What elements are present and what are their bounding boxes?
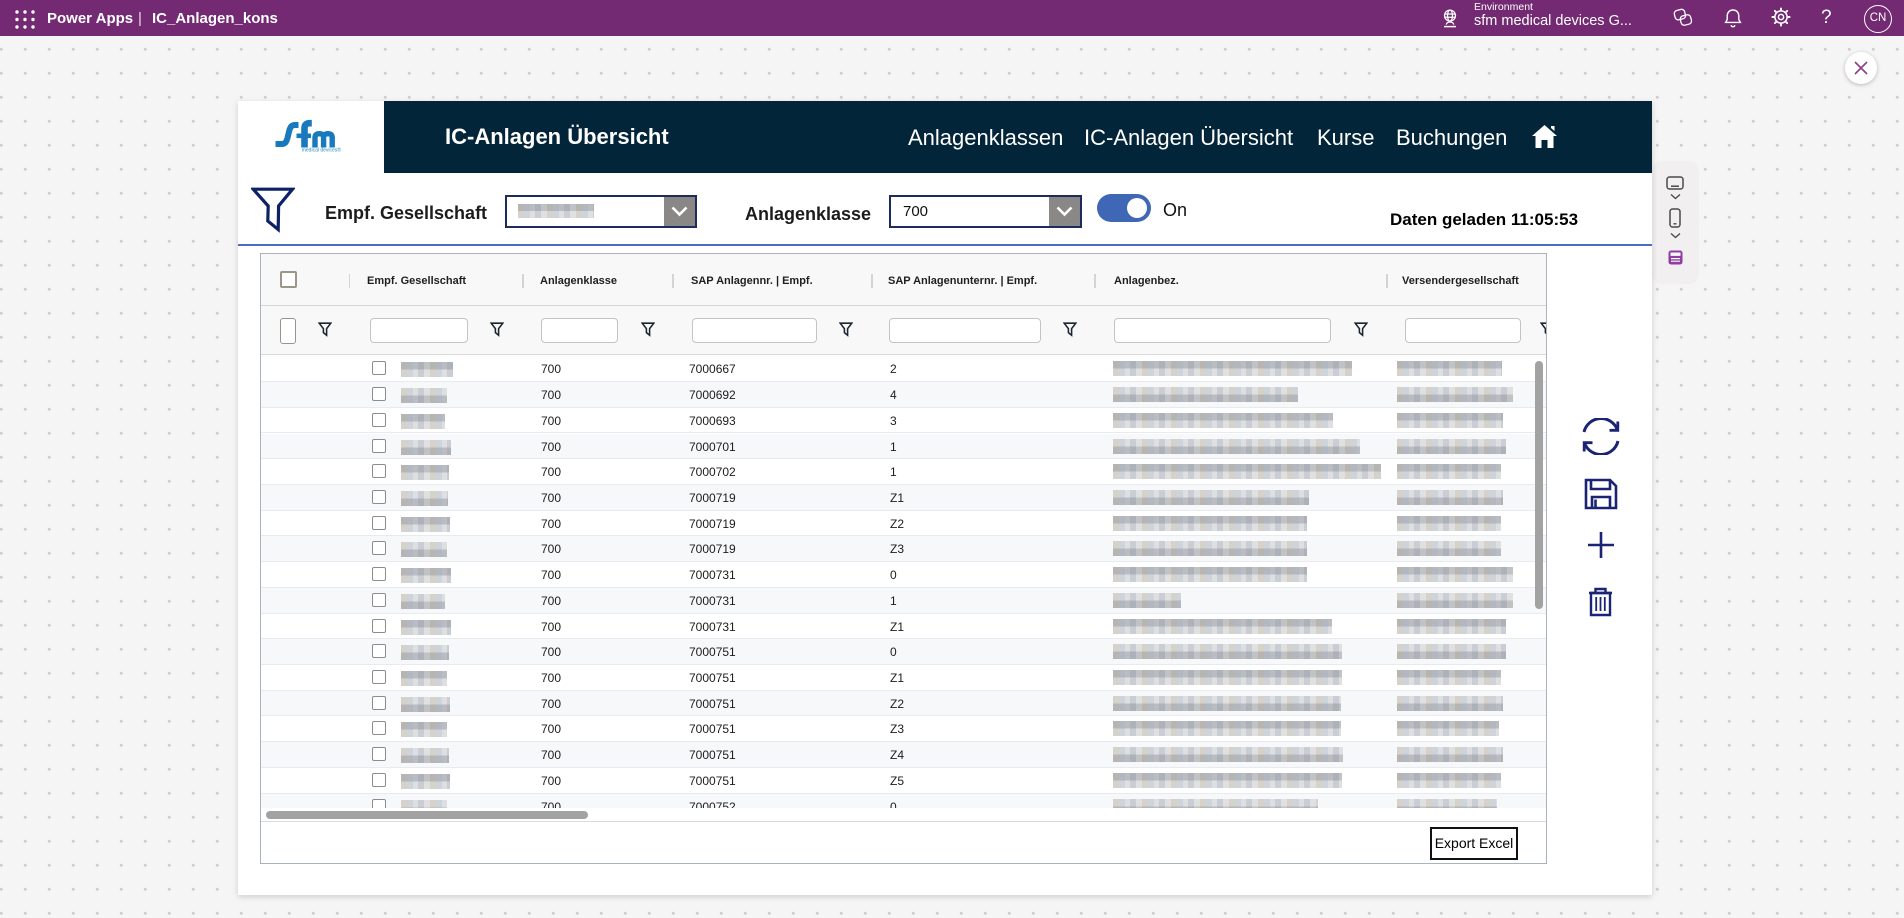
svg-text:medical devices®: medical devices® — [302, 147, 342, 154]
